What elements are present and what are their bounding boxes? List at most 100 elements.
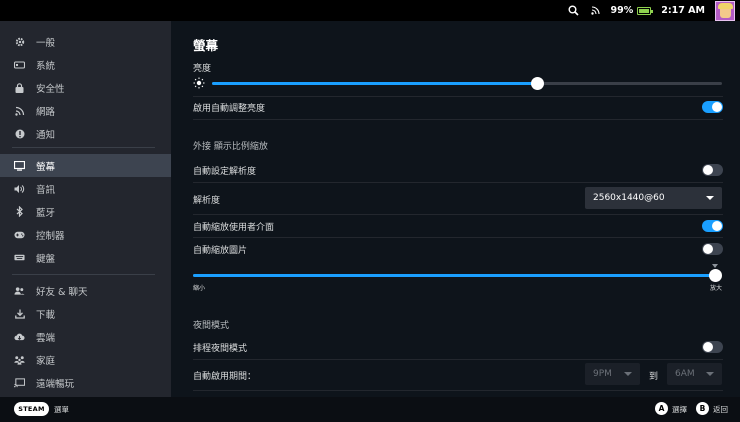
avatar[interactable] [715,0,735,21]
auto-resolution-toggle[interactable] [702,164,723,176]
brightness-slider-handle[interactable] [531,77,544,90]
select-label: 選擇 [672,405,687,414]
scale-slider-handle[interactable] [709,269,722,282]
chevron-down-icon [624,372,632,376]
schedule-night-toggle[interactable] [702,341,723,353]
sidebar-item-label: 藍牙 [36,207,56,219]
sidebar-item-label: 鍵盤 [36,253,56,265]
battery-icon [637,6,654,15]
night-mode-heading: 夜間模式 [193,321,230,331]
sun-icon [193,77,205,92]
scale-max-label: 放大 [710,285,723,292]
chevron-down-icon [706,196,714,200]
period-to-dropdown[interactable]: 6AM [667,363,722,385]
sidebar-divider [12,147,155,148]
steam-button[interactable]: STEAM [14,402,49,416]
family-icon [14,354,25,365]
b-button-icon[interactable]: B [696,402,709,415]
sidebar-item-notifications[interactable]: 通知 [0,122,171,145]
sidebar-item-remote-play[interactable]: 遠端暢玩 [0,371,171,394]
period-from-value: 9PM [593,369,612,379]
sidebar: 一般 系統 安全性 網路 通知 螢幕 音訊 藍牙 控制器 鍵盤 好友 & 聊天 [0,21,171,397]
sidebar-item-friends[interactable]: 好友 & 聊天 [0,279,171,302]
divider [193,237,723,238]
system-icon [14,59,25,70]
monitor-icon [14,160,25,171]
sidebar-item-controller[interactable]: 控制器 [0,223,171,246]
speaker-icon [14,183,25,194]
auto-brightness-toggle[interactable] [702,101,723,113]
sidebar-item-label: 螢幕 [36,161,56,173]
sidebar-item-label: 系統 [36,60,56,72]
page-title: 螢幕 [193,38,219,53]
auto-scale-ui-toggle[interactable] [702,220,723,232]
sidebar-item-keyboard[interactable]: 鍵盤 [0,246,171,269]
resolution-dropdown[interactable]: 2560x1440@60 [585,187,722,209]
battery-percent: 99% [610,5,634,16]
sidebar-item-label: 安全性 [36,83,65,95]
sidebar-item-label: 控制器 [36,230,65,242]
sidebar-item-general[interactable]: 一般 [0,30,171,53]
wifi-icon [14,105,25,116]
gamepad-icon [14,229,25,240]
divider [193,96,723,97]
sidebar-item-label: 雲端 [36,332,56,344]
sidebar-item-label: 音訊 [36,184,56,196]
brightness-slider[interactable] [212,77,722,90]
keyboard-icon [14,252,25,263]
remote-play-icon [14,377,25,388]
sidebar-item-cloud[interactable]: 雲端 [0,325,171,348]
auto-period-label: 自動啟用期間： [193,372,257,382]
clock: 2:17 AM [661,5,705,16]
sidebar-item-label: 網路 [36,106,56,118]
bottom-bar: STEAM 選單 A 選擇 B 返回 [0,397,740,422]
sidebar-item-label: 好友 & 聊天 [36,286,88,298]
display-settings-panel: 螢幕 亮度 啟用自動調整亮度 外接 顯示比例縮放 自動設定解析度 解析度 256… [171,21,740,397]
scale-slider-fill [193,274,716,277]
lock-icon [14,82,25,93]
sidebar-item-downloads[interactable]: 下載 [0,302,171,325]
sidebar-item-system[interactable]: 系統 [0,53,171,76]
sidebar-item-bluetooth[interactable]: 藍牙 [0,200,171,223]
sidebar-item-network[interactable]: 網路 [0,99,171,122]
a-button-icon[interactable]: A [655,402,668,415]
download-icon [14,308,25,319]
resolution-value: 2560x1440@60 [593,193,665,203]
friends-icon [14,285,25,296]
sidebar-item-label: 一般 [36,37,56,49]
sidebar-item-family[interactable]: 家庭 [0,348,171,371]
divider [193,182,723,183]
period-from-dropdown[interactable]: 9PM [585,363,640,385]
auto-brightness-label: 啟用自動調整亮度 [193,104,266,114]
sidebar-item-security[interactable]: 安全性 [0,76,171,99]
scale-slider[interactable] [193,269,722,282]
scale-min-label: 縮小 [193,285,206,292]
divider [193,214,723,215]
resolution-label: 解析度 [193,196,221,206]
schedule-night-label: 排程夜間模式 [193,344,248,354]
back-label: 返回 [713,405,728,414]
sidebar-item-audio[interactable]: 音訊 [0,177,171,200]
divider [193,119,723,120]
sidebar-item-label: 下載 [36,309,56,321]
sidebar-item-label: 通知 [36,129,56,141]
auto-resolution-label: 自動設定解析度 [193,167,257,177]
gear-icon [14,36,25,47]
external-scaling-heading: 外接 顯示比例縮放 [193,142,268,152]
sidebar-item-label: 遠端暢玩 [36,378,75,390]
auto-scale-images-toggle[interactable] [702,243,723,255]
search-icon[interactable] [567,4,581,18]
menu-label: 選單 [54,405,69,414]
sidebar-divider [12,274,155,275]
brightness-label: 亮度 [193,64,212,74]
chevron-down-icon [706,372,714,376]
period-to-value: 6AM [675,369,695,379]
divider [193,390,723,391]
divider [193,359,723,360]
rss-icon [589,4,603,18]
sidebar-item-label: 家庭 [36,355,56,367]
alert-icon [14,128,25,139]
sidebar-item-display[interactable]: 螢幕 [0,154,171,177]
auto-scale-images-label: 自動縮放圖片 [193,246,248,256]
scale-marker-icon [712,264,718,268]
